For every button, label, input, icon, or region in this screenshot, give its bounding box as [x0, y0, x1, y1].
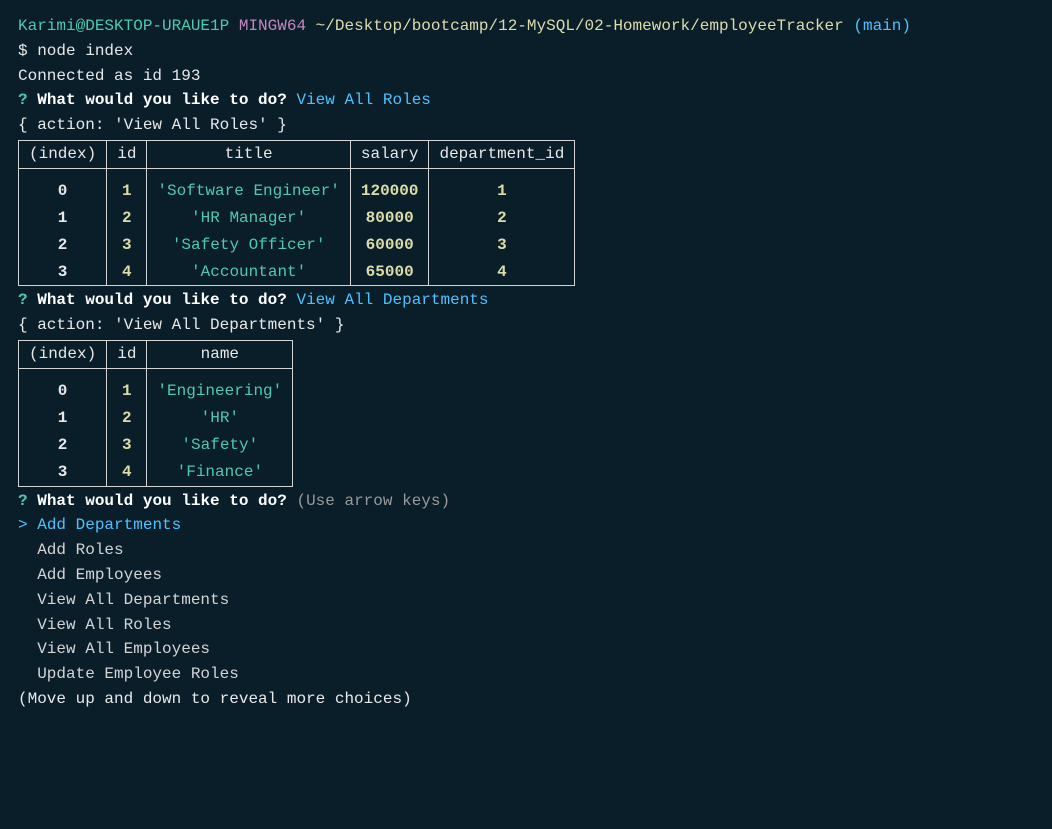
cell-id: 1 [107, 378, 147, 405]
question-answer-1: View All Roles [296, 91, 430, 109]
menu-item-view-employees[interactable]: View All Employees [18, 637, 1034, 662]
question-mark-icon: ? [18, 291, 28, 309]
col-id: id [107, 341, 147, 369]
departments-table: (index) id name 0 1 'Engineering' 1 2 'H… [18, 340, 1034, 486]
cell-index: 0 [19, 378, 107, 405]
cell-id: 1 [107, 178, 147, 205]
cell-id: 3 [107, 232, 147, 259]
menu-item-add-employees[interactable]: Add Employees [18, 563, 1034, 588]
menu-label: View All Employees [37, 640, 210, 658]
cell-salary: 60000 [350, 232, 429, 259]
table-row: 2 3 'Safety' [19, 432, 293, 459]
menu-item-add-roles[interactable]: Add Roles [18, 538, 1034, 563]
table-header-row: (index) id title salary department_id [19, 140, 575, 168]
question-mark-icon: ? [18, 91, 28, 109]
question-text: What would you like to do? [37, 91, 287, 109]
col-salary: salary [350, 140, 429, 168]
cell-id: 4 [107, 459, 147, 486]
prompt-user: Karimi@DESKTOP-URAUE1P [18, 17, 229, 35]
cell-dept: 2 [429, 205, 575, 232]
cell-salary: 65000 [350, 259, 429, 286]
cell-index: 0 [19, 178, 107, 205]
question-text: What would you like to do? [37, 291, 287, 309]
connection-status: Connected as id 193 [18, 64, 1034, 89]
menu-item-update-roles[interactable]: Update Employee Roles [18, 662, 1034, 687]
cell-title: 'HR Manager' [147, 205, 350, 232]
cell-id: 2 [107, 405, 147, 432]
menu-label: View All Departments [37, 591, 229, 609]
shell-prompt: Karimi@DESKTOP-URAUE1P MINGW64 ~/Desktop… [18, 14, 1034, 39]
cell-id: 3 [107, 432, 147, 459]
menu-label: Add Employees [37, 566, 162, 584]
col-index: (index) [19, 341, 107, 369]
cell-dept: 1 [429, 178, 575, 205]
cell-dept: 3 [429, 232, 575, 259]
cell-name: 'Safety' [147, 432, 293, 459]
cell-index: 3 [19, 459, 107, 486]
action-echo-2: { action: 'View All Departments' } [18, 313, 1034, 338]
menu-label: Update Employee Roles [37, 665, 239, 683]
prompt-question-3[interactable]: ? What would you like to do? (Use arrow … [18, 489, 1034, 514]
menu-label: Add Departments [37, 516, 181, 534]
cell-index: 1 [19, 205, 107, 232]
col-id: id [107, 140, 147, 168]
menu-label: Add Roles [37, 541, 123, 559]
cell-name: 'Finance' [147, 459, 293, 486]
menu-label: View All Roles [37, 616, 171, 634]
table-row: 1 2 'HR Manager' 80000 2 [19, 205, 575, 232]
cell-index: 1 [19, 405, 107, 432]
table-header-row: (index) id name [19, 341, 293, 369]
cell-id: 2 [107, 205, 147, 232]
cell-title: 'Software Engineer' [147, 178, 350, 205]
cell-index: 2 [19, 432, 107, 459]
cell-title: 'Safety Officer' [147, 232, 350, 259]
cell-salary: 120000 [350, 178, 429, 205]
cell-name: 'Engineering' [147, 378, 293, 405]
cell-index: 2 [19, 232, 107, 259]
cell-title: 'Accountant' [147, 259, 350, 286]
command-line: $ node index [18, 39, 1034, 64]
arrow-keys-hint: (Use arrow keys) [296, 492, 450, 510]
roles-table: (index) id title salary department_id 0 … [18, 140, 1034, 286]
menu-item-view-departments[interactable]: View All Departments [18, 588, 1034, 613]
pointer-icon: > [18, 516, 28, 534]
table-row: 1 2 'HR' [19, 405, 293, 432]
table-row: 0 1 'Engineering' [19, 378, 293, 405]
col-title: title [147, 140, 350, 168]
question-mark-icon: ? [18, 492, 28, 510]
cell-dept: 4 [429, 259, 575, 286]
col-name: name [147, 341, 293, 369]
cell-id: 4 [107, 259, 147, 286]
cell-name: 'HR' [147, 405, 293, 432]
table-row: 2 3 'Safety Officer' 60000 3 [19, 232, 575, 259]
question-answer-2: View All Departments [296, 291, 488, 309]
table-row: 0 1 'Software Engineer' 120000 1 [19, 178, 575, 205]
cell-salary: 80000 [350, 205, 429, 232]
action-echo-1: { action: 'View All Roles' } [18, 113, 1034, 138]
prompt-env: MINGW64 [239, 17, 306, 35]
menu-item-view-roles[interactable]: View All Roles [18, 613, 1034, 638]
col-index: (index) [19, 140, 107, 168]
col-department-id: department_id [429, 140, 575, 168]
prompt-branch: (main) [853, 17, 911, 35]
table-row: 3 4 'Finance' [19, 459, 293, 486]
question-text: What would you like to do? [37, 492, 287, 510]
table-row: 3 4 'Accountant' 65000 4 [19, 259, 575, 286]
prompt-question-2: ? What would you like to do? View All De… [18, 288, 1034, 313]
prompt-path: ~/Desktop/bootcamp/12-MySQL/02-Homework/… [316, 17, 844, 35]
menu-item-add-departments[interactable]: > Add Departments [18, 513, 1034, 538]
cell-index: 3 [19, 259, 107, 286]
move-hint: (Move up and down to reveal more choices… [18, 687, 1034, 712]
prompt-question-1: ? What would you like to do? View All Ro… [18, 88, 1034, 113]
